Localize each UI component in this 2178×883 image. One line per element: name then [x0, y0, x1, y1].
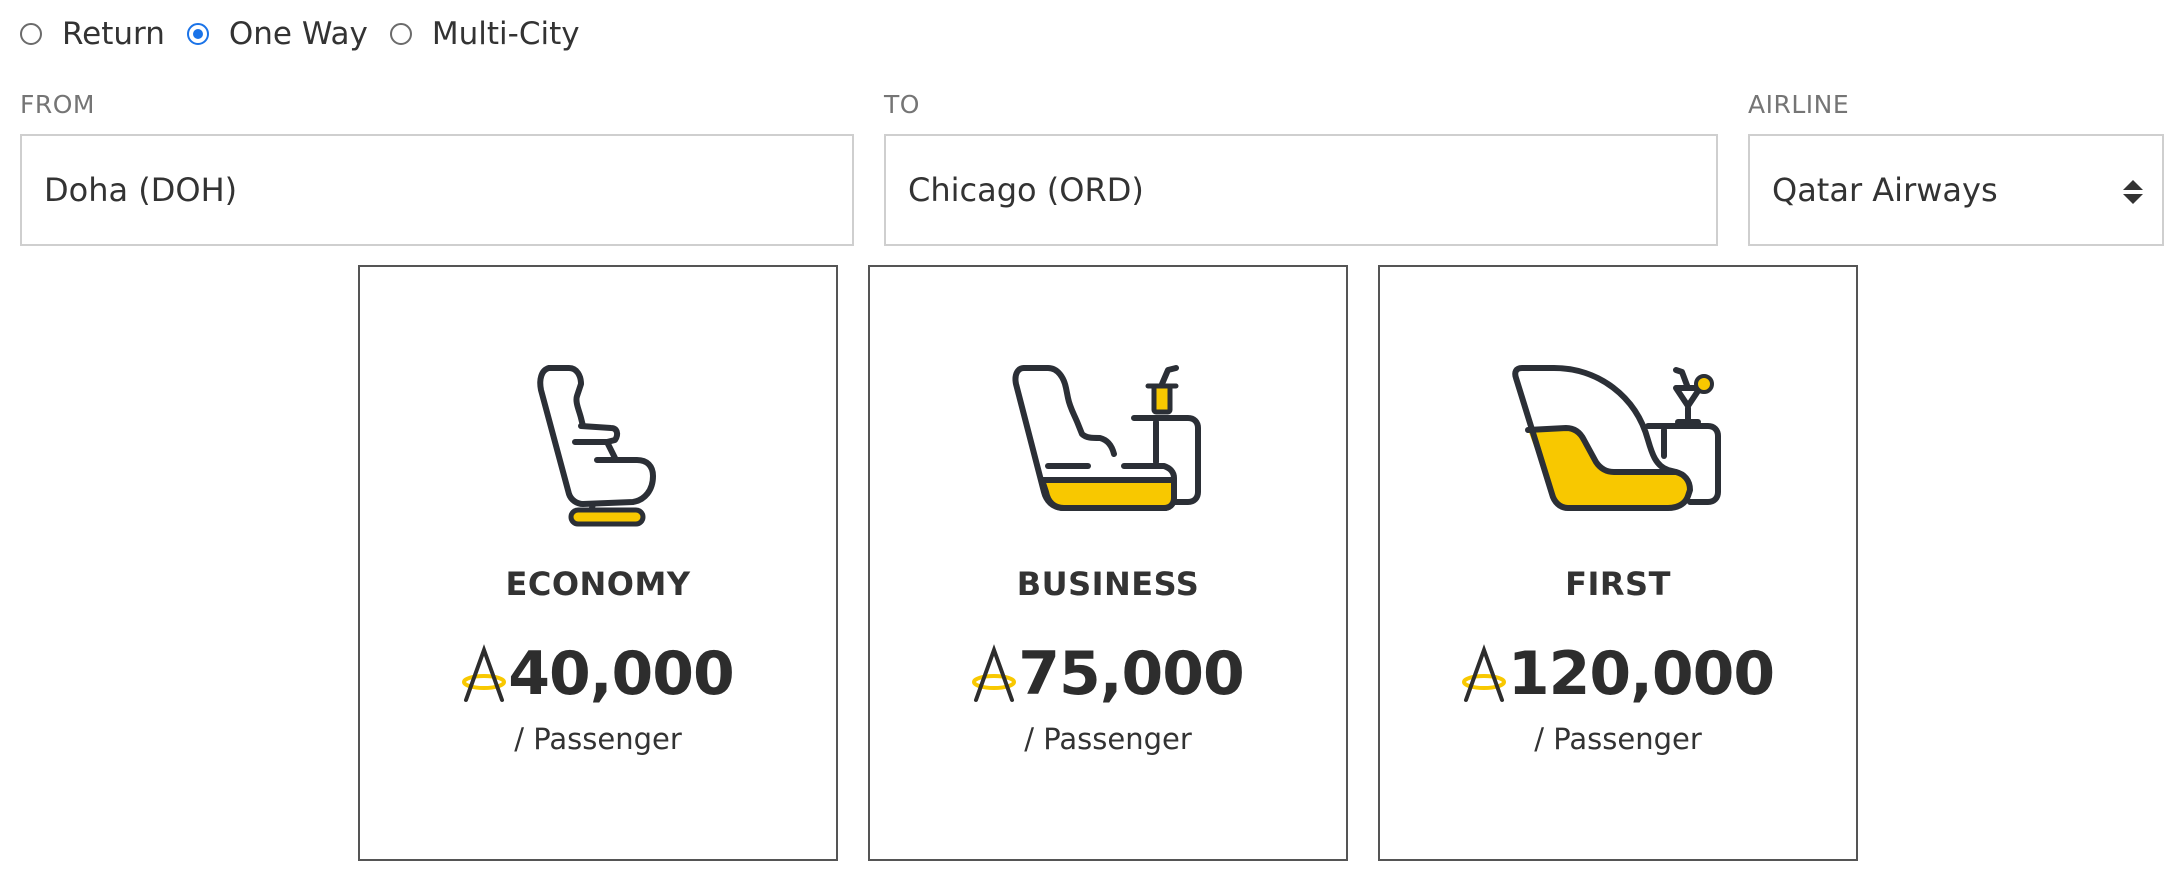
airline-label: AIRLINE: [1748, 90, 1850, 119]
one-way-label[interactable]: One Way: [229, 16, 368, 52]
first-seat-icon: [1380, 362, 1856, 527]
economy-unit: / Passenger: [514, 722, 682, 756]
avios-currency-icon: [972, 644, 1017, 702]
to-label: TO: [884, 90, 920, 119]
fare-card-business[interactable]: BUSINESS 75,000 / Passenger: [868, 265, 1348, 861]
business-seat-icon: [870, 362, 1346, 527]
multi-city-radio[interactable]: [389, 23, 412, 45]
first-price: 120,000: [1380, 639, 1856, 709]
first-unit: / Passenger: [1534, 722, 1702, 756]
trip-type-return[interactable]: Return: [20, 16, 165, 52]
trip-type-group: Return One Way Multi-City: [20, 12, 602, 56]
airline-value[interactable]: Qatar Airways: [1772, 171, 1998, 209]
economy-seat-icon: [360, 362, 836, 527]
multi-city-label[interactable]: Multi-City: [432, 16, 580, 52]
to-field[interactable]: Chicago (ORD): [884, 134, 1718, 246]
return-radio[interactable]: [20, 23, 42, 45]
economy-price-value: 40,000: [508, 639, 735, 709]
business-unit: / Passenger: [1024, 722, 1192, 756]
avios-currency-icon: [1461, 644, 1506, 702]
first-title: FIRST: [1565, 565, 1671, 603]
trip-type-multi-city[interactable]: Multi-City: [389, 16, 580, 52]
return-label[interactable]: Return: [62, 16, 165, 52]
trip-type-one-way[interactable]: One Way: [186, 16, 368, 52]
fare-card-first[interactable]: FIRST 120,000 / Passenger: [1378, 265, 1858, 861]
business-title: BUSINESS: [1016, 565, 1200, 603]
from-label: FROM: [20, 90, 95, 119]
to-value[interactable]: Chicago (ORD): [908, 171, 1144, 209]
business-price-value: 75,000: [1018, 639, 1245, 709]
select-arrows-icon[interactable]: [2122, 178, 2144, 206]
economy-title: ECONOMY: [505, 565, 691, 603]
business-price: 75,000: [870, 639, 1346, 709]
one-way-radio[interactable]: [186, 23, 209, 45]
from-field[interactable]: Doha (DOH): [20, 134, 854, 246]
economy-price: 40,000: [360, 639, 836, 709]
avios-currency-icon: [462, 644, 507, 702]
fare-card-economy[interactable]: ECONOMY 40,000 / Passenger: [358, 265, 838, 861]
from-value[interactable]: Doha (DOH): [44, 171, 237, 209]
airline-select[interactable]: Qatar Airways: [1748, 134, 2164, 246]
first-price-value: 120,000: [1507, 639, 1775, 709]
